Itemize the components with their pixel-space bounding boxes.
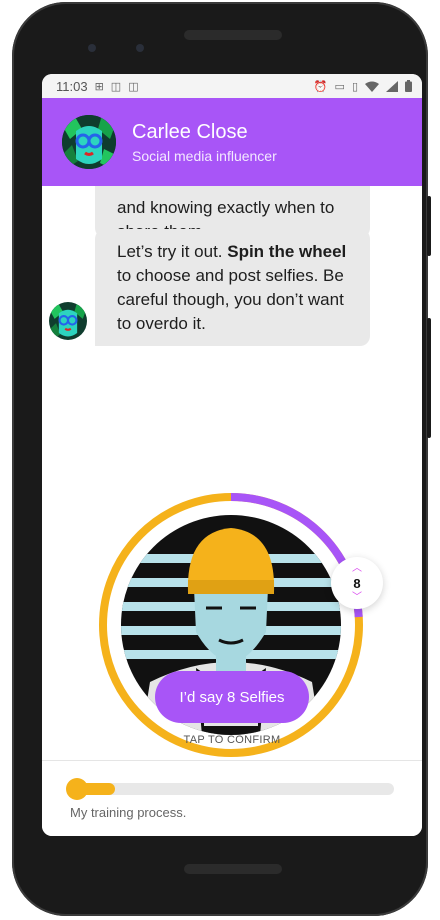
confirm-selfies-button[interactable]: I’d say 8 Selfies [155, 671, 309, 723]
power-button [427, 196, 431, 256]
status-bar: 11:03 ⊞ ◫ ◫ ⏰ ▭ ▯ [42, 74, 422, 98]
training-progress-knob [66, 778, 88, 800]
selfie-count-stepper[interactable]: ︿ 8 ﹀ [331, 557, 383, 609]
signal-icon [386, 80, 398, 92]
battery-icon [405, 80, 412, 92]
chat-message-emphasis: Spin the wheel [227, 242, 347, 261]
chevron-up-icon[interactable]: ︿ [352, 563, 362, 574]
alarm-icon: ⏰ [313, 80, 328, 93]
front-camera [136, 44, 144, 52]
screen: 11:03 ⊞ ◫ ◫ ⏰ ▭ ▯ and knowing exactly wh… [42, 74, 422, 836]
phone-frame: 11:03 ⊞ ◫ ◫ ⏰ ▭ ▯ and knowing exactly wh… [12, 2, 428, 916]
contact-role: Social media influencer [132, 147, 277, 164]
bottom-speaker [184, 864, 282, 874]
cast-icon: ▭ [334, 80, 345, 93]
status-time: 11:03 [56, 78, 88, 94]
training-progress-bar [66, 778, 394, 800]
chat-message-text: Let’s try it out. [117, 242, 228, 261]
tap-to-confirm-hint: TAP TO CONFIRM [183, 734, 281, 746]
selfie-count-value: 8 [353, 575, 361, 591]
sender-avatar [49, 302, 87, 340]
volume-button [427, 318, 431, 438]
data-icon: ◫ [128, 80, 139, 93]
chat-message-text: to choose and post selfies. Be careful t… [117, 266, 344, 333]
training-progress-label: My training process. [70, 805, 187, 820]
training-progress-panel: My training process. [42, 760, 422, 836]
chevron-down-icon[interactable]: ﹀ [352, 592, 362, 603]
sim-icon: ⊞ [94, 80, 104, 93]
chat-message: Let’s try it out. Spin the wheel to choo… [95, 229, 370, 346]
vibrate-icon: ▯ [351, 80, 358, 93]
chat-header: Carlee Close Social media influencer [42, 98, 422, 186]
earpiece-speaker [184, 30, 282, 40]
avatar [62, 115, 116, 169]
data-icon: ◫ [110, 80, 122, 93]
front-sensor [88, 44, 96, 52]
contact-name: Carlee Close [132, 120, 248, 143]
wifi-icon [365, 81, 379, 92]
